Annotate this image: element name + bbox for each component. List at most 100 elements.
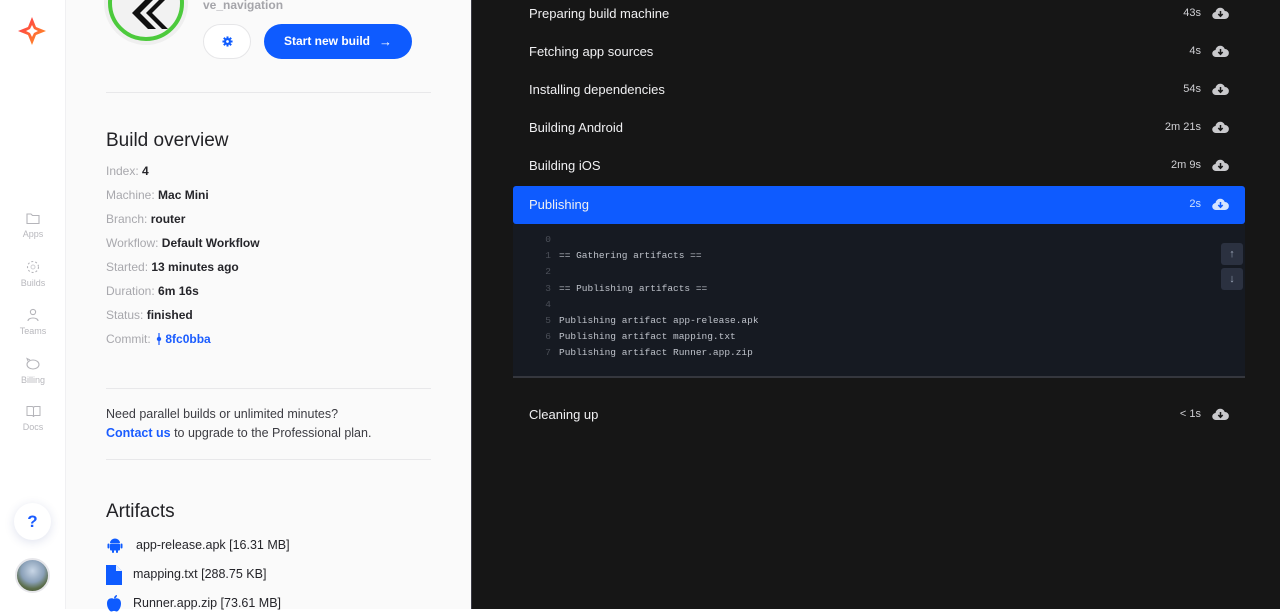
step-label: Preparing build machine	[529, 6, 670, 21]
builds-icon	[26, 260, 40, 274]
log-line: 4	[513, 299, 559, 310]
step-label: Fetching app sources	[529, 44, 654, 59]
sidebar-item-teams[interactable]: Teams	[0, 308, 66, 336]
log-line: 3 == Publishing artifacts ==	[513, 283, 707, 294]
artifact-item[interactable]: app-release.apk [16.31 MB]	[106, 538, 290, 553]
build-overview-title: Build overview	[106, 130, 229, 151]
divider	[106, 388, 431, 389]
log-line: 0	[513, 234, 559, 245]
overview-duration: Duration: 6m 16s	[106, 284, 199, 298]
overview-workflow: Workflow: Default Workflow	[106, 236, 260, 250]
log-line: 6 Publishing artifact mapping.txt	[513, 331, 736, 343]
step-label: Building iOS	[529, 158, 601, 173]
sidebar-nav: Apps Builds Teams Billing Docs ?	[0, 0, 66, 609]
log-line: 1 == Gathering artifacts ==	[513, 250, 702, 262]
gear-icon	[222, 36, 233, 47]
help-button[interactable]: ?	[14, 503, 51, 540]
download-log-icon[interactable]	[1212, 6, 1229, 23]
start-new-build-label: Start new build	[284, 34, 371, 48]
log-line: 5 Publishing artifact app-release.apk	[513, 315, 759, 326]
sidebar-item-billing[interactable]: Billing	[0, 357, 66, 385]
artifact-name[interactable]: app-release.apk [16.31 MB]	[136, 538, 290, 552]
log-line-number: 0	[545, 234, 551, 245]
sidebar-item-label: Teams	[19, 326, 47, 336]
build-step[interactable]: Installing dependencies 54s	[513, 71, 1245, 109]
log-line-number: 5	[545, 315, 551, 326]
codemagic-logo[interactable]	[17, 16, 47, 46]
log-line: 7 Publishing artifact Runner.app.zip	[513, 347, 753, 358]
artifact-name[interactable]: mapping.txt [288.75 KB]	[133, 567, 266, 581]
scroll-down-button[interactable]: ↓	[1221, 268, 1243, 290]
sidebar-item-apps[interactable]: Apps	[0, 212, 66, 239]
build-step[interactable]: Cleaning up < 1s	[513, 396, 1245, 434]
book-icon	[26, 406, 40, 418]
build-step[interactable]: Preparing build machine 43s	[513, 0, 1245, 33]
download-log-icon[interactable]	[1212, 158, 1229, 175]
log-line: 2	[513, 266, 559, 277]
log-line-text: == Gathering artifacts ==	[559, 250, 702, 262]
app-settings-button[interactable]	[203, 24, 251, 59]
download-log-icon[interactable]	[1212, 120, 1229, 137]
artifact-name[interactable]: Runner.app.zip [73.61 MB]	[133, 596, 281, 610]
overview-status: Status: finished	[106, 308, 193, 322]
log-line-number: 4	[545, 298, 551, 310]
promo-upgrade: Contact us to upgrade to the Professiona…	[106, 426, 372, 440]
log-line-number: 3	[545, 282, 551, 294]
apple-icon	[107, 595, 121, 612]
step-duration: 2m 21s	[1164, 121, 1201, 133]
start-new-build-button[interactable]: Start new build →	[264, 24, 412, 59]
build-step[interactable]: Building Android 2m 21s	[513, 109, 1245, 147]
commit-icon	[156, 333, 162, 345]
sidebar-item-builds[interactable]: Builds	[0, 260, 66, 288]
sidebar-item-label: Billing	[20, 375, 45, 385]
promo-text: Need parallel builds or unlimited minute…	[106, 407, 339, 421]
step-duration: < 1s	[1179, 408, 1201, 420]
sidebar-item-label: Builds	[20, 278, 46, 288]
divider	[106, 459, 431, 460]
build-step[interactable]: Publishing 2s	[513, 186, 1245, 224]
step-label: Installing dependencies	[529, 82, 665, 97]
log-line-number: 6	[545, 331, 551, 343]
user-avatar[interactable]	[15, 558, 50, 593]
piggy-bank-icon	[26, 357, 40, 370]
app-name: ve_navigation	[203, 0, 284, 12]
scroll-up-button[interactable]: ↑	[1221, 243, 1243, 265]
download-log-icon[interactable]	[1212, 197, 1229, 214]
overview-started: Started: 13 minutes ago	[106, 260, 239, 274]
log-line-number: 7	[545, 347, 551, 359]
sidebar-item-label: Apps	[22, 229, 44, 239]
artifacts-title: Artifacts	[106, 501, 175, 522]
download-log-icon[interactable]	[1212, 82, 1229, 99]
contact-us-link[interactable]: Contact us	[106, 426, 171, 440]
step-label: Publishing	[529, 197, 589, 212]
log-line-number: 1	[545, 250, 551, 262]
download-log-icon[interactable]	[1212, 407, 1229, 424]
sidebar-item-docs[interactable]: Docs	[0, 405, 66, 432]
build-step[interactable]: Building iOS 2m 9s	[513, 147, 1245, 185]
log-line-text: == Publishing artifacts ==	[559, 282, 708, 294]
overview-machine: Machine: Mac Mini	[106, 188, 209, 202]
sidebar-item-label: Docs	[22, 422, 44, 432]
step-duration: 54s	[1183, 83, 1201, 95]
divider	[106, 92, 431, 93]
step-label: Cleaning up	[529, 407, 599, 422]
commit-link[interactable]: 8fc0bba	[165, 332, 210, 346]
log-line-text: Publishing artifact app-release.apk	[559, 315, 759, 326]
log-line-number: 2	[545, 266, 551, 278]
artifact-item[interactable]: mapping.txt [288.75 KB]	[106, 565, 266, 585]
artifact-item[interactable]: Runner.app.zip [73.61 MB]	[106, 595, 281, 612]
folder-icon	[26, 213, 40, 225]
step-duration: 43s	[1183, 7, 1201, 19]
arrow-right-icon: →	[379, 34, 392, 49]
step-duration: 2m 9s	[1171, 159, 1201, 171]
log-line-text: Publishing artifact Runner.app.zip	[559, 347, 753, 359]
download-log-icon[interactable]	[1212, 44, 1229, 61]
overview-commit: Commit: 8fc0bba	[106, 332, 211, 346]
step-label: Building Android	[529, 120, 623, 135]
build-step[interactable]: Fetching app sources 4s	[513, 33, 1245, 71]
overview-index: Index: 4	[106, 164, 149, 178]
log-line-text: Publishing artifact mapping.txt	[559, 331, 736, 343]
overview-branch: Branch: router	[106, 212, 186, 226]
step-duration: 2s	[1189, 198, 1201, 210]
step-duration: 4s	[1189, 45, 1201, 57]
